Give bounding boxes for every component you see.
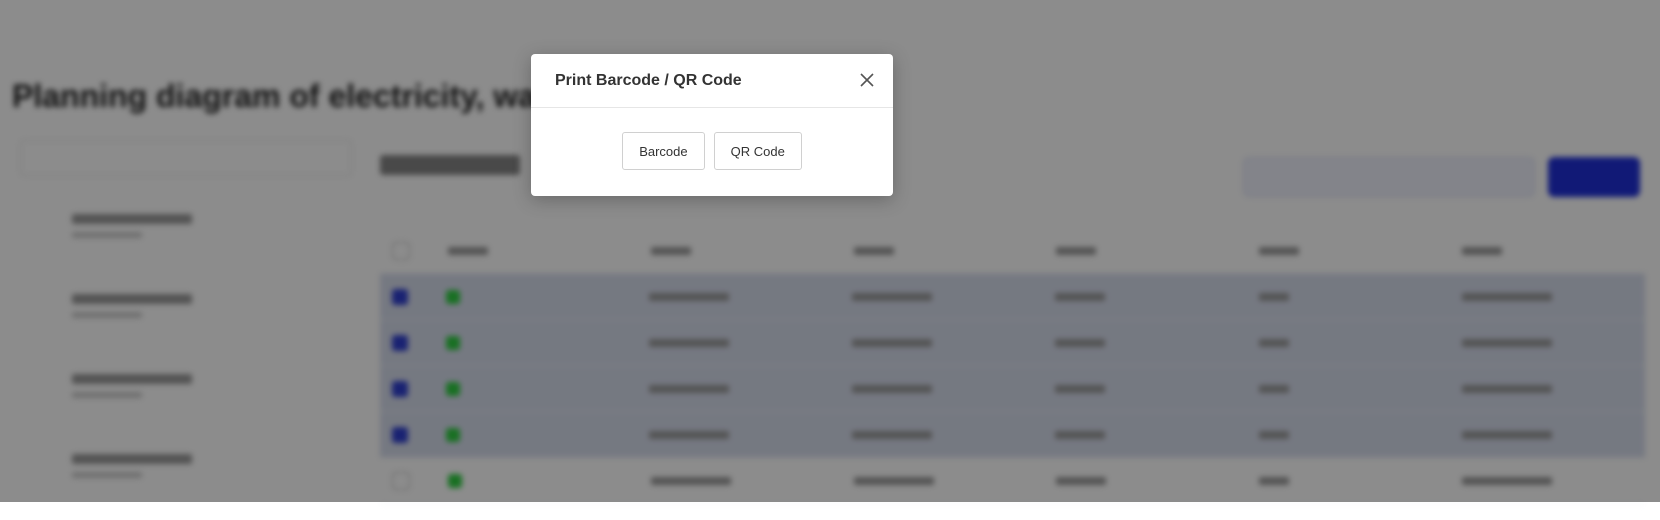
modal-header: Print Barcode / QR Code — [531, 54, 893, 108]
barcode-button[interactable]: Barcode — [622, 132, 705, 170]
print-code-modal: Print Barcode / QR Code Barcode QR Code — [531, 54, 893, 196]
close-icon[interactable] — [857, 70, 877, 90]
modal-body: Barcode QR Code — [531, 108, 893, 170]
qr-code-button[interactable]: QR Code — [713, 132, 802, 170]
modal-title: Print Barcode / QR Code — [555, 72, 742, 89]
